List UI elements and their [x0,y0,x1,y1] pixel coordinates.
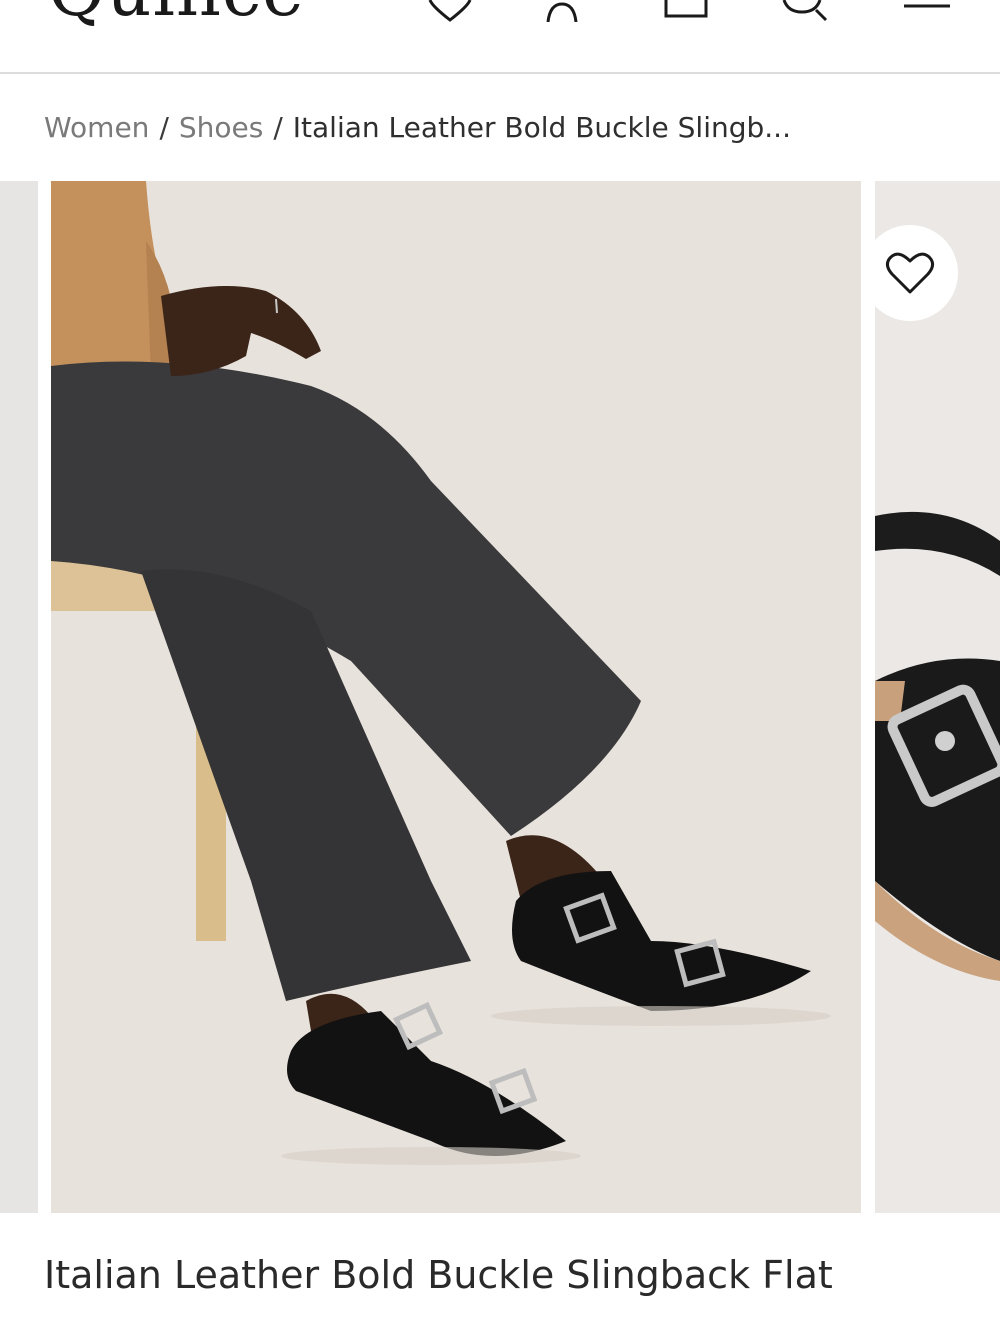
product-photo-illustration [51,181,861,1213]
breadcrumb-shoes[interactable]: Shoes [179,111,263,144]
next-image-illustration [875,181,1000,1213]
breadcrumb-separator: / [159,111,169,144]
heart-icon[interactable] [428,0,472,22]
bag-icon[interactable] [664,0,708,22]
heart-outline-icon [885,252,935,294]
menu-icon[interactable] [902,0,952,22]
breadcrumb-women[interactable]: Women [44,111,149,144]
search-icon[interactable] [780,0,830,22]
account-icon[interactable] [540,0,584,22]
brand-logo[interactable]: Quince [48,0,305,26]
product-title: Italian Leather Bold Buckle Slingback Fl… [44,1253,833,1297]
wishlist-button[interactable] [862,225,958,321]
product-image[interactable] [51,181,861,1213]
breadcrumb: Women / Shoes / Italian Leather Bold Buckle … [44,108,944,148]
breadcrumb-current: Italian Leather Bold Buckle Slingb... [292,111,791,144]
product-gallery[interactable] [0,181,1000,1213]
previous-image-peek[interactable] [0,181,38,1213]
site-header: Quince [0,0,1000,74]
breadcrumb-separator: / [273,111,283,144]
next-image-peek[interactable] [875,181,1000,1213]
